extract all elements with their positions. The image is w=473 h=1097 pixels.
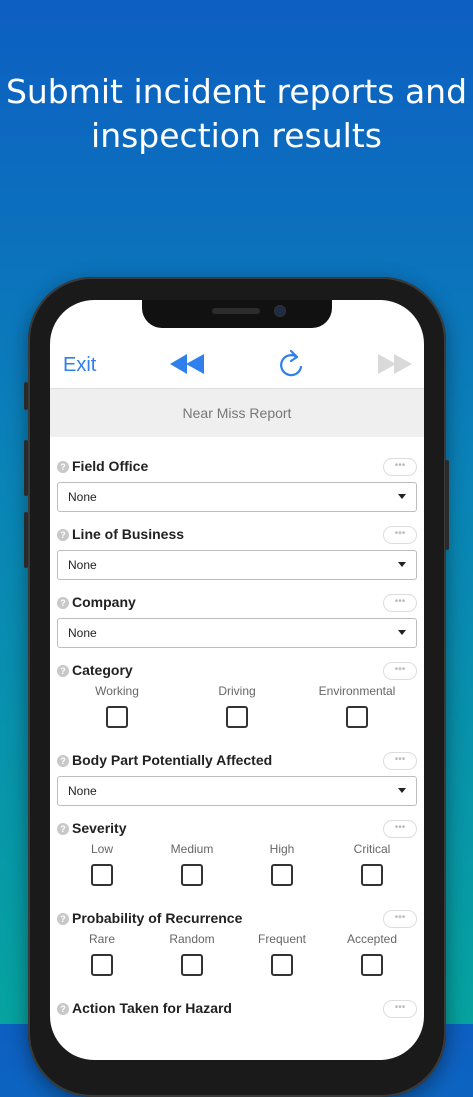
checkbox[interactable]: [361, 954, 383, 976]
volume-down-button: [24, 512, 28, 568]
more-icon[interactable]: •••: [383, 662, 417, 680]
headline-line-1: Submit incident reports and: [5, 72, 468, 111]
probability-option-accepted: Accepted: [332, 932, 412, 976]
chevron-down-icon: [398, 494, 406, 499]
option-label: Random: [169, 932, 215, 946]
field-office-value: None: [68, 490, 97, 504]
help-icon[interactable]: ?: [57, 529, 69, 541]
category-section: ? Category ••• Working Driving Environme…: [57, 662, 417, 742]
line-of-business-value: None: [68, 558, 97, 572]
action-label: Action Taken for Hazard: [72, 1000, 232, 1016]
help-icon[interactable]: ?: [57, 823, 69, 835]
more-icon[interactable]: •••: [383, 910, 417, 928]
body-part-value: None: [68, 784, 97, 798]
more-icon[interactable]: •••: [383, 594, 417, 612]
volume-up-button: [24, 440, 28, 496]
fast-forward-icon: [378, 354, 412, 374]
chevron-down-icon: [398, 630, 406, 635]
checkbox[interactable]: [91, 954, 113, 976]
checkbox[interactable]: [181, 954, 203, 976]
headline-line-2: inspection results: [91, 116, 382, 155]
category-option-working: Working: [77, 684, 157, 728]
help-icon[interactable]: ?: [57, 461, 69, 473]
option-label: Low: [90, 842, 113, 856]
camera: [274, 305, 286, 317]
category-option-driving: Driving: [197, 684, 277, 728]
nav-bar: Exit: [50, 340, 424, 388]
more-icon[interactable]: •••: [383, 820, 417, 838]
body-part-select[interactable]: None: [57, 776, 417, 806]
notch: [142, 300, 332, 328]
severity-option-critical: Critical: [332, 842, 412, 886]
company-value: None: [68, 626, 97, 640]
help-icon[interactable]: ?: [57, 913, 69, 925]
severity-section: ? Severity ••• Low Medium High Critical: [57, 820, 417, 900]
option-label: Driving: [218, 684, 256, 698]
checkbox[interactable]: [361, 864, 383, 886]
checkbox[interactable]: [346, 706, 368, 728]
field-office-select[interactable]: None: [57, 482, 417, 512]
company-section: ? Company ••• None: [57, 594, 417, 648]
line-of-business-label: Line of Business: [72, 526, 185, 542]
probability-option-frequent: Frequent: [242, 932, 322, 976]
severity-option-low: Low: [62, 842, 142, 886]
more-icon[interactable]: •••: [383, 752, 417, 770]
option-label: Environmental: [318, 684, 396, 698]
phone-screen: Exit Near Miss Report ? Field Office •••…: [50, 300, 424, 1060]
form-title: Near Miss Report: [50, 388, 424, 437]
checkbox[interactable]: [271, 864, 293, 886]
speaker: [212, 308, 260, 314]
rewind-icon[interactable]: [168, 348, 208, 380]
checkbox[interactable]: [106, 706, 128, 728]
severity-options: Low Medium High Critical: [57, 842, 417, 900]
category-option-environmental: Environmental: [312, 684, 402, 728]
more-icon[interactable]: •••: [383, 458, 417, 476]
help-icon[interactable]: ?: [57, 665, 69, 677]
checkbox[interactable]: [91, 864, 113, 886]
probability-option-random: Random: [152, 932, 232, 976]
option-label: Working: [95, 684, 139, 698]
mute-switch: [24, 382, 28, 410]
option-label: Accepted: [346, 932, 398, 946]
headline: Submit incident reports and inspection r…: [0, 70, 473, 158]
category-options: Working Driving Environmental: [57, 684, 417, 742]
severity-option-high: High: [242, 842, 322, 886]
line-of-business-section: ? Line of Business ••• None: [57, 526, 417, 580]
refresh-icon[interactable]: [276, 348, 306, 382]
exit-button[interactable]: Exit: [63, 354, 96, 377]
option-label: Rare: [88, 932, 115, 946]
checkbox[interactable]: [271, 954, 293, 976]
help-icon[interactable]: ?: [57, 1003, 69, 1015]
power-button: [445, 460, 449, 550]
field-office-section: ? Field Office ••• None: [57, 458, 417, 512]
category-label: Category: [72, 662, 133, 678]
help-icon[interactable]: ?: [57, 597, 69, 609]
option-label: Critical: [353, 842, 391, 856]
more-icon[interactable]: •••: [383, 1000, 417, 1018]
severity-option-medium: Medium: [152, 842, 232, 886]
more-icon[interactable]: •••: [383, 526, 417, 544]
help-icon[interactable]: ?: [57, 755, 69, 767]
checkbox[interactable]: [181, 864, 203, 886]
probability-option-rare: Rare: [62, 932, 142, 976]
probability-options: Rare Random Frequent Accepted: [57, 932, 417, 990]
action-section: ? Action Taken for Hazard •••: [57, 1000, 417, 1022]
body-part-section: ? Body Part Potentially Affected ••• Non…: [57, 752, 417, 806]
chevron-down-icon: [398, 562, 406, 567]
company-label: Company: [72, 594, 136, 610]
line-of-business-select[interactable]: None: [57, 550, 417, 580]
body-part-label: Body Part Potentially Affected: [72, 752, 273, 768]
severity-label: Severity: [72, 820, 127, 836]
probability-label: Probability of Recurrence: [72, 910, 243, 926]
option-label: Medium: [170, 842, 214, 856]
option-label: High: [269, 842, 295, 856]
chevron-down-icon: [398, 788, 406, 793]
field-office-label: Field Office: [72, 458, 149, 474]
probability-section: ? Probability of Recurrence ••• Rare Ran…: [57, 910, 417, 990]
company-select[interactable]: None: [57, 618, 417, 648]
checkbox[interactable]: [226, 706, 248, 728]
option-label: Frequent: [257, 932, 307, 946]
